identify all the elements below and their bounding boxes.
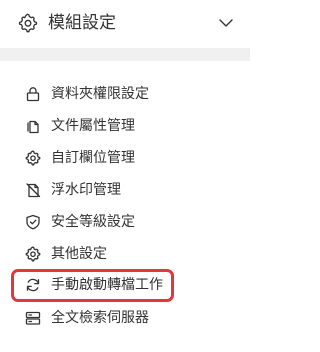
server-icon [25, 310, 41, 326]
menu-item-label: 文件屬性管理 [51, 118, 135, 134]
menu-item-folder-permissions[interactable]: 資料夾權限設定 [0, 78, 250, 110]
module-settings-header[interactable]: 模組設定 [0, 0, 250, 48]
menu-item-label: 手動啟動轉檔工作 [51, 277, 163, 293]
menu-item-custom-fields[interactable]: 自訂欄位管理 [0, 142, 250, 174]
module-settings-title: 模組設定 [48, 13, 116, 33]
menu-item-label: 浮水印管理 [51, 182, 121, 198]
menu-item-manual-conversion[interactable]: 手動啟動轉檔工作 [0, 269, 250, 302]
section-divider [0, 48, 250, 61]
menu-item-watermark[interactable]: 浮水印管理 [0, 174, 250, 206]
menu-item-other-settings[interactable]: 其他設定 [0, 238, 250, 270]
gear-icon [18, 13, 38, 33]
menu-item-label: 其他設定 [51, 246, 107, 262]
gear-icon [25, 150, 41, 166]
menu-item-fulltext-server[interactable]: 全文檢索伺服器 [0, 302, 250, 334]
menu-item-label: 自訂欄位管理 [51, 150, 135, 166]
menu-item-label: 安全等級設定 [51, 214, 135, 230]
gear-icon [25, 246, 41, 262]
menu-item-document-attributes[interactable]: 文件屬性管理 [0, 110, 250, 142]
watermark-icon [25, 182, 41, 198]
sync-icon [25, 277, 41, 293]
menu-item-label: 全文檢索伺服器 [51, 310, 149, 326]
shield-icon [25, 214, 41, 230]
menu-item-label: 資料夾權限設定 [51, 86, 149, 102]
chevron-down-icon[interactable] [218, 17, 234, 29]
menu-item-security-level[interactable]: 安全等級設定 [0, 206, 250, 238]
lock-icon [25, 86, 41, 102]
documents-icon [25, 118, 41, 134]
